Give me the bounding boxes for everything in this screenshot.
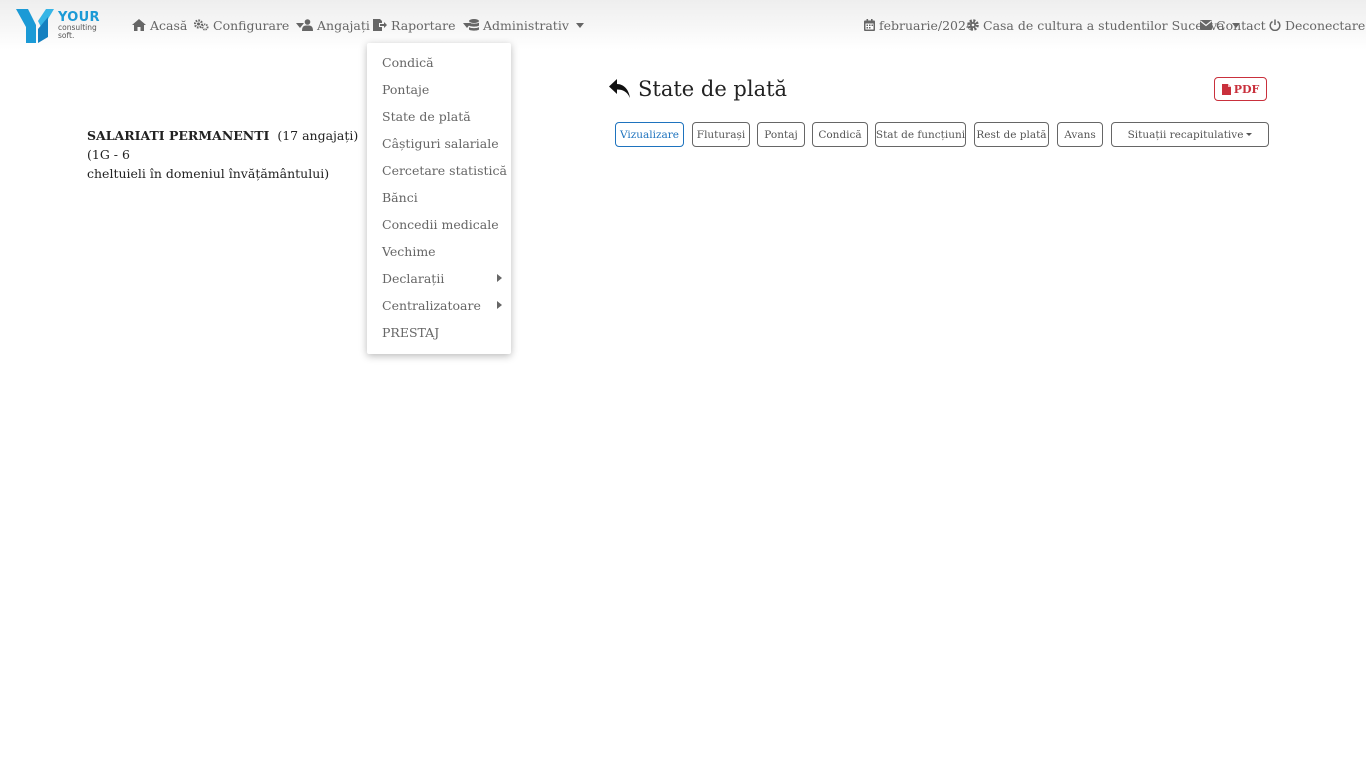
pdf-button-label: PDF: [1233, 82, 1260, 96]
nav-contact-label: Contact: [1216, 17, 1266, 33]
menu-item-pontaje[interactable]: Pontaje: [382, 81, 429, 99]
tab-label: Vizualizare: [619, 128, 680, 141]
tab-avans[interactable]: Avans: [1057, 122, 1103, 147]
nav-home-label: Acasă: [150, 17, 188, 33]
group-detail-line2: cheltuieli în domeniul învățământului): [87, 166, 330, 181]
menu-item-concedii-medicale[interactable]: Concedii medicale: [382, 216, 499, 234]
menu-item-state-de-plata[interactable]: State de plată: [382, 108, 471, 126]
top-navbar: YOUR consulting soft. Acasă Configurare …: [0, 0, 1366, 50]
nav-logout-label: Deconectare: [1285, 17, 1366, 33]
chevron-down-icon: [1246, 133, 1253, 136]
nav-home[interactable]: Acasă: [132, 16, 187, 34]
submenu-arrow-icon: [497, 274, 502, 282]
nav-organization[interactable]: Casa de cultura a studentilor Suceava: [967, 16, 1240, 34]
tab-vizualizare[interactable]: Vizualizare: [615, 122, 684, 147]
menu-item-centralizatoare[interactable]: Centralizatoare: [382, 297, 481, 315]
nav-period[interactable]: februarie/2024: [864, 16, 974, 34]
user-tie-icon: [302, 19, 313, 31]
nav-employees[interactable]: Angajați: [302, 16, 370, 34]
nav-admin-label: Administrativ: [483, 17, 569, 33]
tab-fluturasi[interactable]: Fluturași: [692, 122, 750, 147]
page-title-text: State de plată: [638, 77, 788, 101]
gear-icon: [967, 19, 979, 31]
nav-organization-label: Casa de cultura a studentilor Suceava: [983, 17, 1225, 33]
tab-label: Situații recapitulative: [1127, 128, 1244, 141]
logo-mark-icon: [16, 9, 54, 43]
gears-icon: [194, 19, 209, 31]
tab-pontaj[interactable]: Pontaj: [757, 122, 805, 147]
reply-arrow-icon[interactable]: [609, 79, 631, 99]
reports-dropdown-menu: Condică Pontaje State de plată Câștiguri…: [367, 43, 511, 354]
page-title: State de plată: [609, 76, 787, 102]
menu-item-cercetare-statistica[interactable]: Cercetare statistică: [382, 162, 507, 180]
calendar-icon: [864, 19, 875, 31]
power-icon: [1269, 19, 1281, 31]
tab-label: Stat de funcțiuni: [875, 128, 966, 141]
nav-config[interactable]: Configurare: [194, 16, 305, 34]
group-count: (17 angajați): [277, 128, 359, 143]
nav-period-label: februarie/2024: [879, 17, 974, 33]
nav-employees-label: Angajați: [317, 17, 370, 33]
home-icon: [132, 19, 146, 31]
nav-contact[interactable]: Contact: [1200, 16, 1266, 34]
tab-condica[interactable]: Condică: [812, 122, 868, 147]
pdf-export-button[interactable]: PDF: [1214, 77, 1267, 101]
menu-item-prestaj[interactable]: PRESTAJ: [382, 324, 439, 342]
group-detail: (1G - 6: [87, 147, 130, 162]
file-pdf-icon: [1221, 83, 1231, 95]
envelope-icon: [1200, 20, 1212, 30]
brand-logo[interactable]: YOUR consulting soft.: [14, 7, 104, 45]
chevron-down-icon: [575, 22, 584, 28]
tab-label: Condică: [818, 128, 862, 141]
nav-reports[interactable]: Raportare: [373, 16, 471, 34]
database-icon: [469, 19, 479, 31]
menu-item-condica[interactable]: Condică: [382, 54, 434, 72]
group-name: SALARIATI PERMANENTI: [87, 128, 270, 143]
tab-label: Pontaj: [764, 128, 798, 141]
tab-stat-de-functiuni[interactable]: Stat de funcțiuni: [875, 122, 966, 147]
nav-admin[interactable]: Administrativ: [469, 16, 584, 34]
tab-label: Fluturași: [696, 128, 746, 141]
tab-label: Avans: [1064, 128, 1096, 141]
nav-reports-label: Raportare: [391, 17, 456, 33]
menu-item-castiguri-salariale[interactable]: Câștiguri salariale: [382, 135, 499, 153]
logo-tagline: consulting soft.: [58, 23, 97, 40]
employee-group-heading: SALARIATI PERMANENTI (17 angajați) (1G -…: [87, 126, 372, 183]
submenu-arrow-icon: [497, 301, 502, 309]
nav-logout[interactable]: Deconectare: [1269, 16, 1365, 34]
menu-item-vechime[interactable]: Vechime: [382, 243, 436, 261]
tab-situatii-recapitulative[interactable]: Situații recapitulative: [1111, 122, 1269, 147]
tab-label: Rest de plată: [976, 128, 1047, 141]
menu-item-banci[interactable]: Bănci: [382, 189, 418, 207]
menu-item-declaratii[interactable]: Declarații: [382, 270, 444, 288]
file-export-icon: [373, 19, 387, 31]
tab-rest-de-plata[interactable]: Rest de plată: [974, 122, 1049, 147]
nav-config-label: Configurare: [213, 17, 290, 33]
